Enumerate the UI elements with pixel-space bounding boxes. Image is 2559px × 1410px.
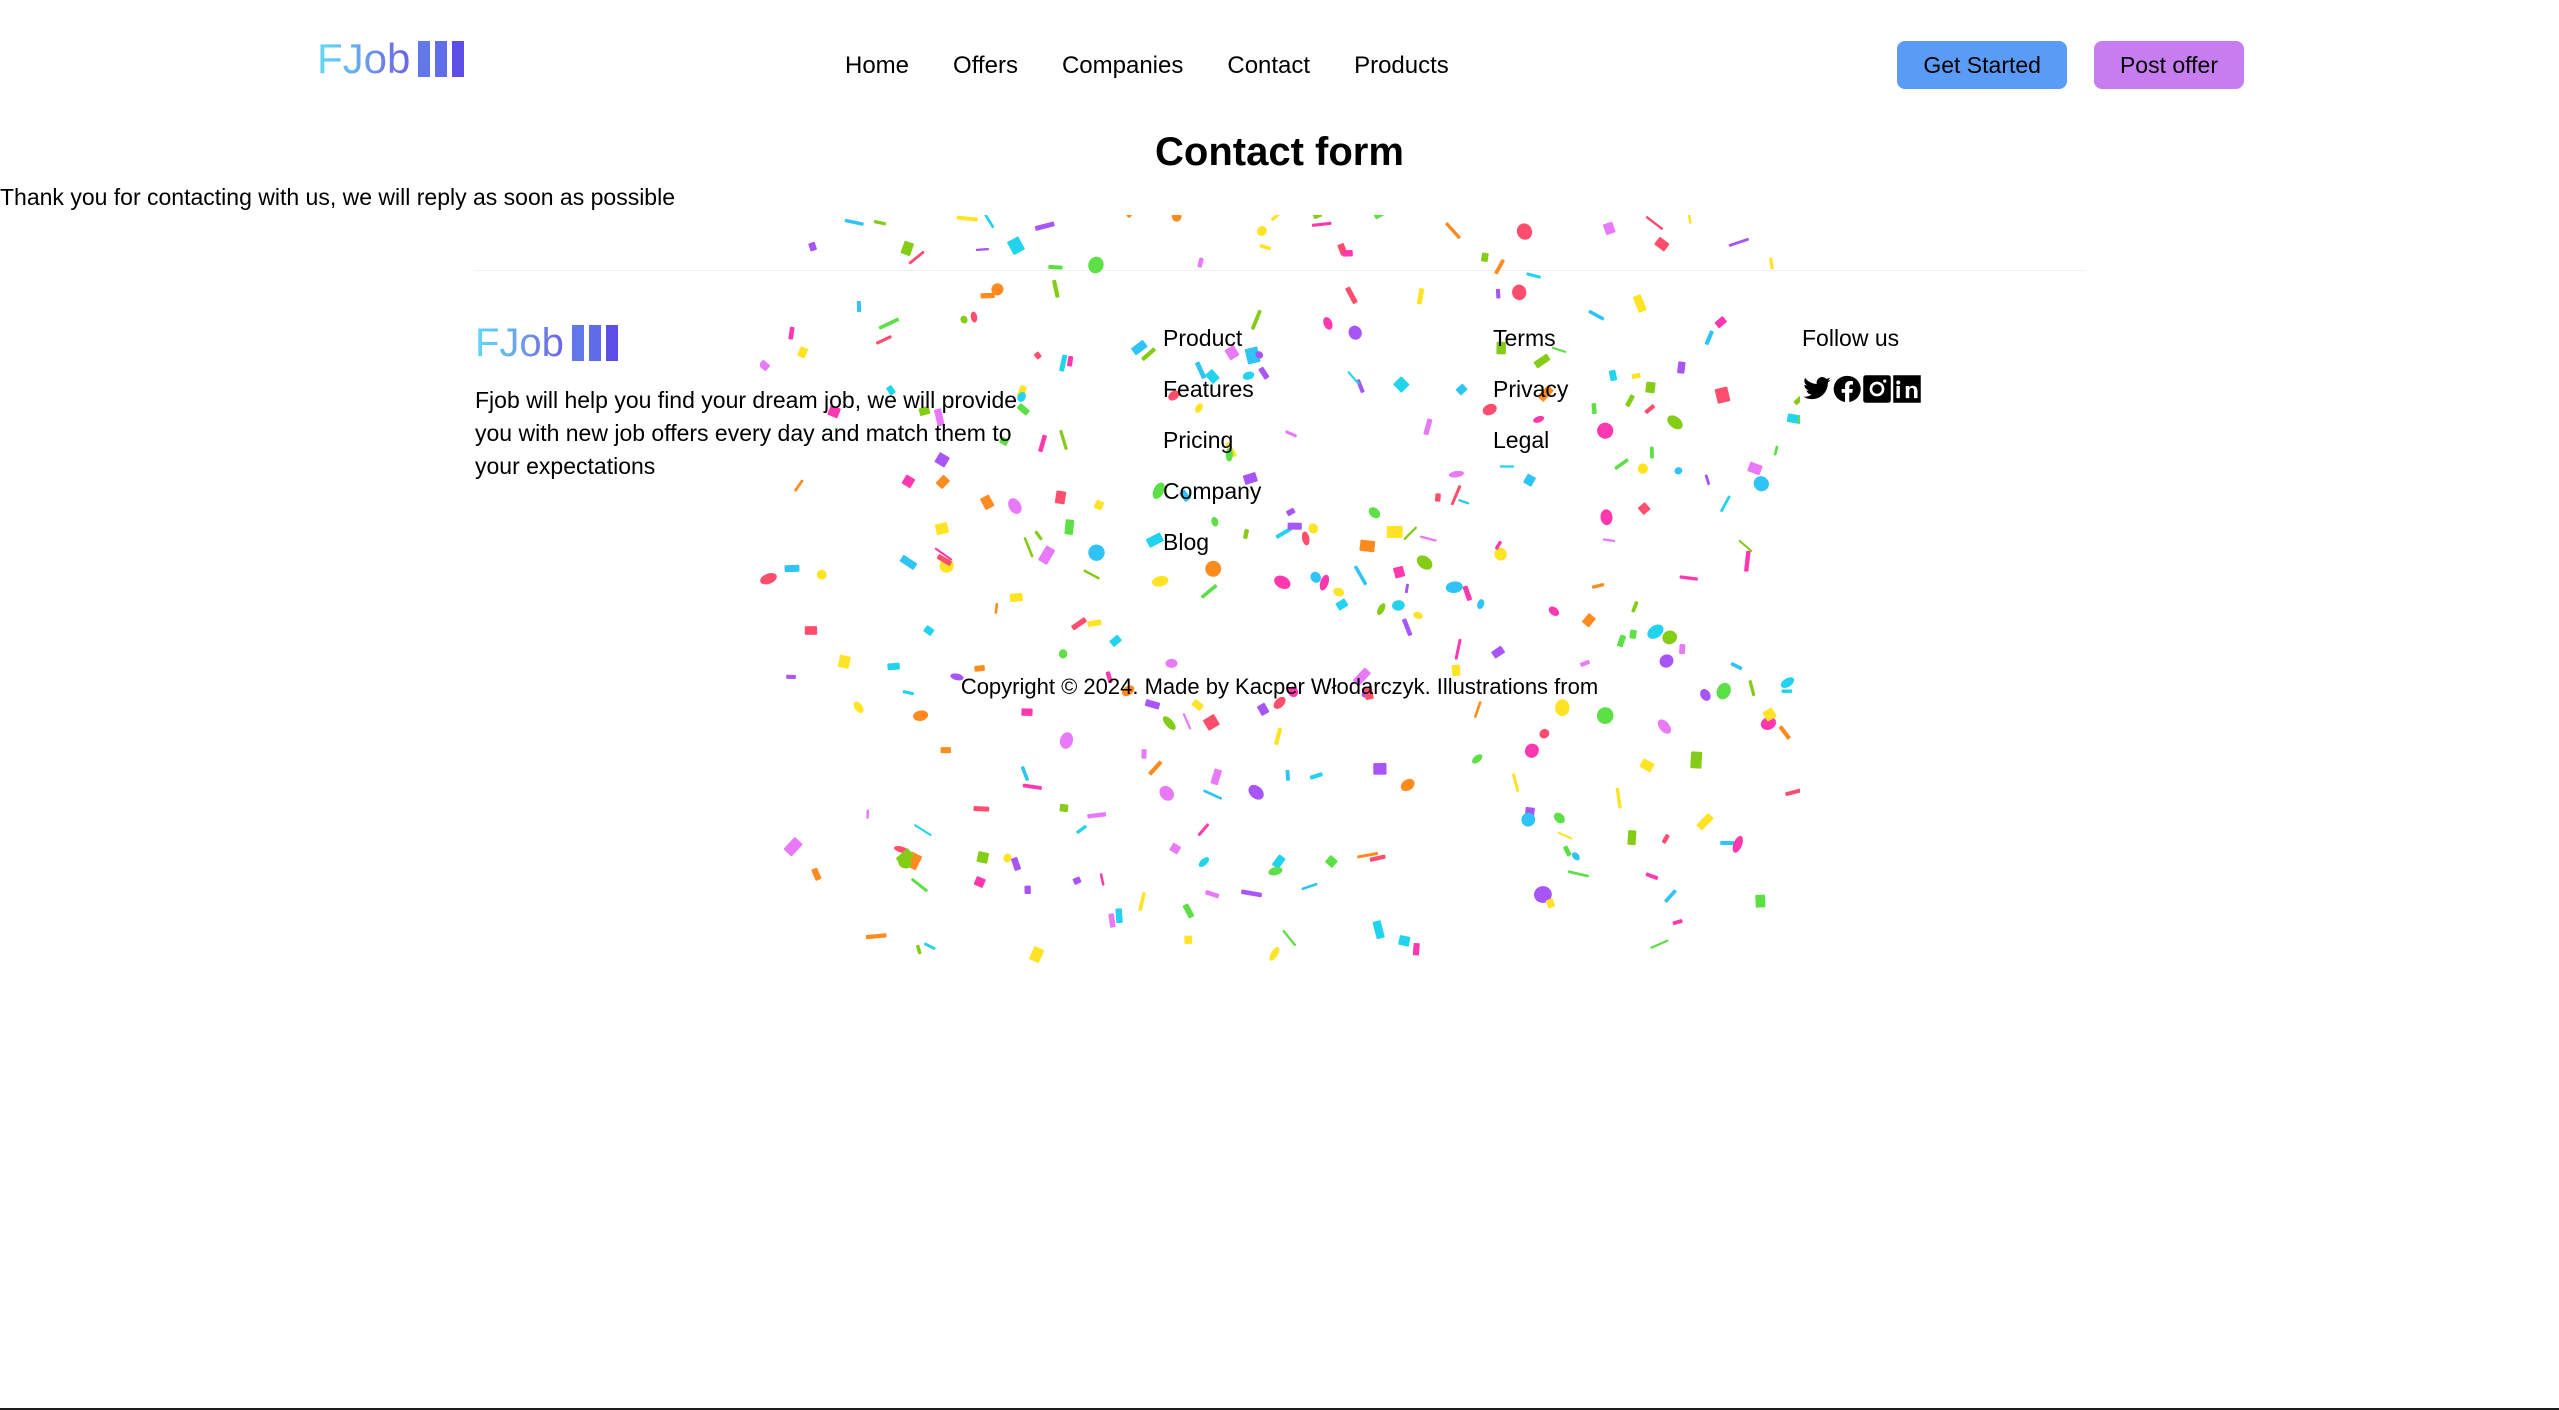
footer-logo-text: FJob (475, 321, 564, 365)
brand-logo-text: FJob (317, 35, 411, 82)
post-offer-button[interactable]: Post offer (2093, 41, 2244, 89)
twitter-icon (1803, 377, 1831, 400)
linkedin-link[interactable] (1892, 374, 1922, 404)
copyright-text: Copyright © 2024. Made by Kacper Włodarc… (960, 674, 1599, 699)
follow-us-heading: Follow us (1802, 325, 1900, 351)
footer-logo-bars-icon (571, 325, 618, 361)
main-navigation: Home Offers Companies Contact Products (845, 52, 1449, 80)
footer-link-features[interactable]: Features (1163, 374, 1261, 404)
linkedin-icon (1893, 375, 1921, 403)
footer-link-blog[interactable]: Blog (1163, 527, 1261, 557)
footer-logo[interactable]: FJob (475, 320, 1055, 366)
brand-logo[interactable]: FJob (317, 35, 465, 82)
twitter-link[interactable] (1802, 374, 1832, 404)
nav-item-companies[interactable]: Companies (1062, 52, 1183, 80)
footer-column-follow: Follow us (1802, 323, 1922, 404)
footer-link-pricing[interactable]: Pricing (1163, 425, 1261, 455)
footer-divider (475, 270, 2085, 271)
social-links (1802, 374, 1922, 404)
page-root: FJob Home Offers Companies Contact Produ… (0, 0, 2559, 1410)
nav-item-products[interactable]: Products (1354, 52, 1449, 80)
footer-link-legal[interactable]: Legal (1493, 425, 1568, 455)
footer-column-legal: Terms Privacy Legal (1493, 323, 1568, 476)
footer-brand: FJob Fjob will help you find your dream … (475, 320, 1055, 483)
site-header: FJob Home Offers Companies Contact Produ… (0, 0, 2559, 112)
get-started-button[interactable]: Get Started (1897, 41, 2067, 89)
footer-description: Fjob will help you find your dream job, … (475, 387, 1018, 479)
confirmation-message: Thank you for contacting with us, we wil… (0, 184, 675, 210)
page-title: Contact form (1155, 130, 1404, 174)
nav-item-offers[interactable]: Offers (953, 52, 1018, 80)
nav-item-contact[interactable]: Contact (1227, 52, 1310, 80)
facebook-link[interactable] (1832, 374, 1862, 404)
footer-link-company[interactable]: Company (1163, 476, 1261, 506)
footer-column-product: Product Features Pricing Company Blog (1163, 323, 1261, 578)
footer-link-terms[interactable]: Terms (1493, 323, 1568, 353)
footer-link-privacy[interactable]: Privacy (1493, 374, 1568, 404)
facebook-icon (1833, 375, 1861, 402)
header-actions: Get Started Post offer (1897, 41, 2244, 89)
nav-item-home[interactable]: Home (845, 52, 909, 80)
footer-link-product[interactable]: Product (1163, 323, 1261, 353)
logo-bars-icon (418, 41, 465, 77)
instagram-icon (1863, 375, 1891, 403)
site-footer: FJob Fjob will help you find your dream … (0, 295, 2559, 699)
instagram-link[interactable] (1862, 374, 1892, 404)
